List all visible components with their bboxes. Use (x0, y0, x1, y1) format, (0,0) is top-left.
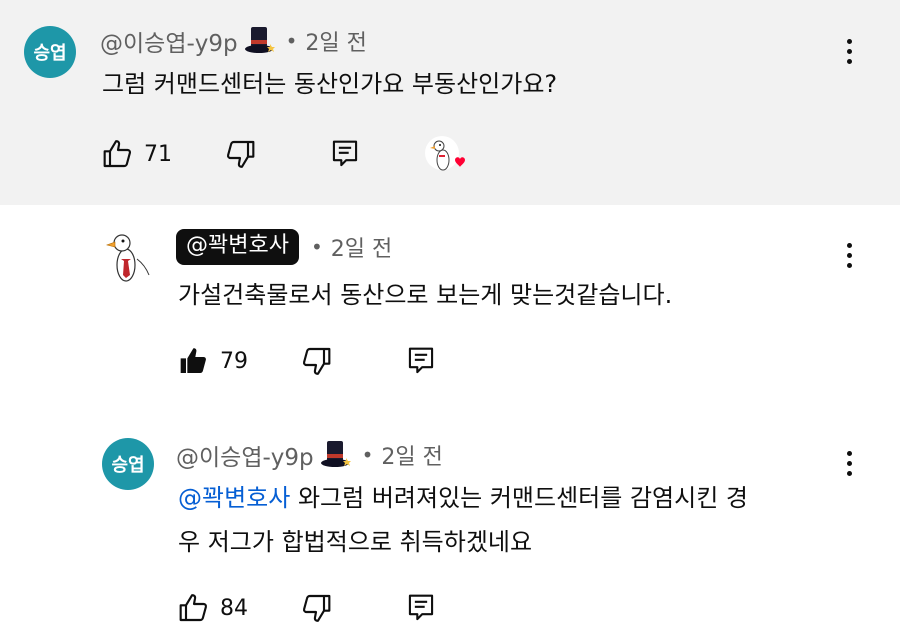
thumbs-down-icon (302, 594, 331, 622)
reply-icon (408, 347, 434, 374)
thumbs-down-icon (226, 140, 255, 168)
comment-highlighted: 승엽 @이승엽-y9p • 2일 전 그럼 커맨드센터는 동산인가요 부동산인가… (0, 0, 900, 205)
like-button[interactable]: 84 (178, 592, 248, 624)
reply-icon (332, 140, 358, 167)
reply-button[interactable] (406, 592, 436, 624)
comment-text: 그럼 커맨드센터는 동산인가요 부동산인가요? (102, 70, 558, 98)
avatar[interactable]: 승엽 (24, 26, 76, 78)
like-button[interactable]: 79 (178, 345, 248, 377)
like-count: 79 (220, 348, 248, 374)
goose-avatar-icon[interactable] (104, 229, 156, 285)
like-count: 84 (220, 595, 248, 621)
comment-actions: 71 (102, 134, 360, 174)
more-vert-icon[interactable] (837, 31, 861, 71)
separator-dot: • (310, 235, 323, 259)
avatar-initials: 승엽 (111, 455, 145, 476)
comment-time[interactable]: 2일 전 (381, 439, 442, 471)
comment-time[interactable]: 2일 전 (331, 231, 392, 263)
creator-heart-icon[interactable] (424, 134, 474, 178)
comment-author[interactable]: @이승엽-y9p (100, 24, 238, 58)
top-hat-icon (320, 441, 351, 467)
comment-text-segment: 와그럼 버려져있는 커맨드센터를 감염시킨 경 (290, 484, 748, 512)
comment-actions: 84 (178, 588, 436, 628)
comment-header: @꽉변호사 • 2일 전 (176, 229, 392, 265)
comment-time[interactable]: 2일 전 (305, 25, 366, 57)
comment-actions: 79 (178, 341, 436, 381)
mention-link[interactable]: @꽉변호사 (178, 484, 290, 512)
like-count: 71 (144, 141, 172, 167)
like-button[interactable]: 71 (102, 138, 172, 170)
dislike-button[interactable] (224, 138, 256, 170)
comment-reply: 승엽 @이승엽-y9p • 2일 전 @꽉변호사 와그럼 버려져있는 커맨드센터… (0, 410, 900, 640)
comment-reply: @꽉변호사 • 2일 전 가설건축물로서 동산으로 보는게 맞는것같습니다. 7… (0, 205, 900, 410)
separator-dot: • (361, 443, 374, 467)
comment-header: @이승엽-y9p • 2일 전 (100, 24, 367, 58)
dislike-button[interactable] (300, 345, 332, 377)
top-hat-icon (244, 27, 275, 53)
comment-text: @꽉변호사 와그럼 버려져있는 커맨드센터를 감염시킨 경 우 저그가 합법적으… (178, 476, 858, 564)
avatar-initials: 승엽 (33, 43, 67, 64)
comment-text-line: 우 저그가 합법적으로 취득하겠네요 (178, 528, 533, 556)
separator-dot: • (285, 29, 298, 53)
reply-button[interactable] (330, 138, 360, 170)
more-vert-icon[interactable] (837, 235, 861, 275)
more-vert-icon[interactable] (837, 443, 861, 483)
reply-button[interactable] (406, 345, 436, 377)
thumbs-down-icon (302, 347, 331, 375)
comment-text-line: @꽉변호사 와그럼 버려져있는 커맨드센터를 감염시킨 경 (178, 476, 858, 520)
thumbs-up-filled-icon (180, 348, 206, 373)
thumbs-up-icon (103, 140, 132, 168)
comment-header: @이승엽-y9p • 2일 전 (176, 438, 443, 472)
dislike-button[interactable] (300, 592, 332, 624)
reply-icon (408, 594, 434, 621)
comment-author[interactable]: @이승엽-y9p (176, 438, 314, 472)
comment-text: 가설건축물로서 동산으로 보는게 맞는것같습니다. (178, 281, 673, 309)
creator-handle-badge[interactable]: @꽉변호사 (176, 229, 299, 265)
thumbs-up-icon (179, 594, 208, 622)
avatar[interactable]: 승엽 (102, 438, 154, 490)
